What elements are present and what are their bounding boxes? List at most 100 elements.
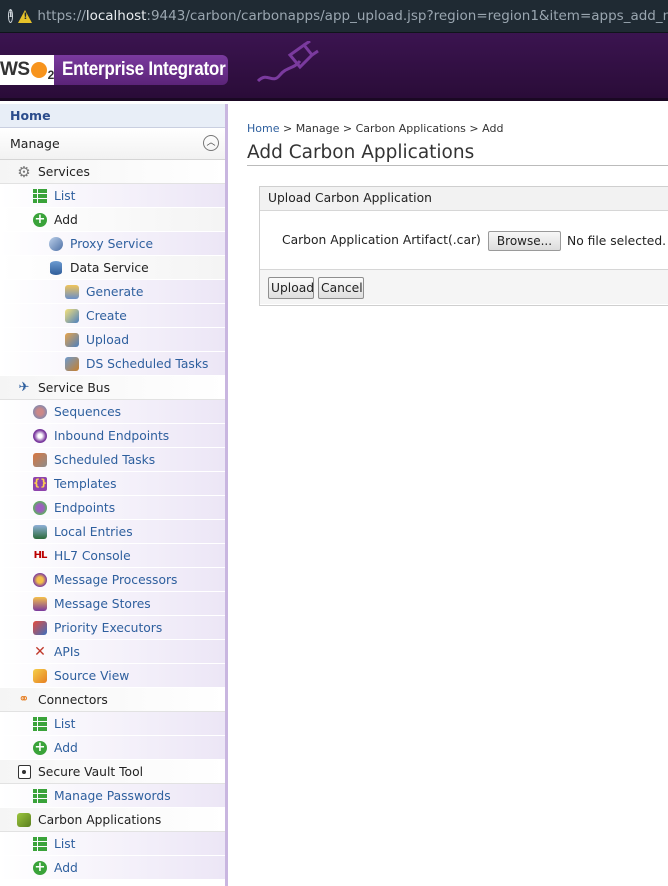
wso2-logo: WS 2 [0, 55, 54, 85]
add-icon: + [33, 211, 47, 227]
sidebar-row-label: Manage Passwords [54, 788, 171, 803]
sidebar-row-generate[interactable]: Generate [0, 280, 225, 304]
sidebar-row-label: Message Processors [54, 572, 178, 587]
browse-button[interactable]: Browse... [488, 231, 561, 251]
url-prefix: https:// [37, 8, 86, 24]
add-icon: + [33, 859, 47, 875]
list-icon [32, 188, 48, 204]
sidebar-row-templates[interactable]: {} Templates [0, 472, 225, 496]
artifact-label: Carbon Application Artifact(.car) [282, 233, 481, 247]
gear-icon: ⚙ [17, 162, 31, 181]
sidebar-row-priority-executors[interactable]: Priority Executors [0, 616, 225, 640]
service-bus-icon: ✈ [18, 380, 30, 395]
scheduled-task-icon [64, 356, 80, 372]
carbon-app-icon [16, 812, 32, 828]
sidebar: Home Manage ︿ ⚙ Services List + Add Proxy Ser… [0, 104, 228, 886]
sidebar-row-add[interactable]: + Add [0, 208, 225, 232]
sidebar-row-label: Local Entries [54, 524, 133, 539]
warning-icon[interactable] [18, 9, 33, 23]
sidebar-row-label: Source View [54, 668, 130, 683]
sidebar-row-label: Service Bus [38, 380, 110, 395]
sidebar-row-label: Generate [86, 284, 144, 299]
sidebar-row-message-processors[interactable]: Message Processors [0, 568, 225, 592]
manage-label: Manage [10, 136, 60, 151]
sidebar-row-list[interactable]: List [0, 184, 225, 208]
lock-icon [16, 764, 32, 780]
sidebar-row-service-bus[interactable]: ✈ Service Bus [0, 376, 225, 400]
collapse-icon[interactable]: ︿ [203, 135, 219, 151]
sidebar-manage-header[interactable]: Manage ︿ [0, 128, 225, 160]
endpoints-icon [32, 500, 48, 516]
sidebar-row-label: List [54, 716, 76, 731]
sidebar-row-label: APIs [54, 644, 80, 659]
sidebar-row-label: HL7 Console [54, 548, 131, 563]
product-name: Enterprise Integrator [61, 59, 226, 80]
sidebar-row-apis[interactable]: ✕ APIs [0, 640, 225, 664]
sidebar-row-carbon-applications[interactable]: Carbon Applications [0, 808, 225, 832]
apis-icon: ✕ [34, 643, 46, 660]
sidebar-row-add[interactable]: + Add [0, 736, 225, 760]
sidebar-row-label: Carbon Applications [38, 812, 162, 827]
upload-button[interactable]: Upload [268, 277, 314, 299]
sidebar-row-hl7-console[interactable]: HL HL7 Console [0, 544, 225, 568]
url-text[interactable]: https://localhost:9443/carbon/carbonapps… [37, 8, 668, 24]
selected-file-status: No file selected. [567, 234, 667, 248]
add-icon: + [33, 739, 47, 755]
sidebar-row-label: Inbound Endpoints [54, 428, 170, 443]
sidebar-row-label: Templates [54, 476, 117, 491]
source-view-icon [32, 668, 48, 684]
sidebar-row-label: Upload [86, 332, 130, 347]
url-rest: :9443/carbon/carbonapps/app_upload.jsp?r… [146, 8, 668, 24]
plug-icon [256, 41, 319, 83]
sidebar-row-list[interactable]: List [0, 832, 225, 856]
url-host: localhost [85, 8, 147, 24]
sidebar-menu: ⚙ Services List + Add Proxy Service Data Servi… [0, 160, 225, 880]
sidebar-row-add[interactable]: + Add [0, 856, 225, 880]
sidebar-row-label: DS Scheduled Tasks [86, 356, 209, 371]
sidebar-row-proxy-service[interactable]: Proxy Service [0, 232, 225, 256]
main-content: Home > Manage > Carbon Applications > Ad… [231, 104, 668, 886]
sidebar-row-inbound-endpoints[interactable]: Inbound Endpoints [0, 424, 225, 448]
sidebar-row-label: List [54, 836, 76, 851]
breadcrumb-home-link[interactable]: Home [247, 122, 279, 135]
list-icon [32, 716, 48, 732]
sidebar-row-sequences[interactable]: Sequences [0, 400, 225, 424]
sidebar-row-ds-scheduled-tasks[interactable]: DS Scheduled Tasks [0, 352, 225, 376]
sidebar-row-connectors[interactable]: ⚭ Connectors [0, 688, 225, 712]
page-title: Add Carbon Applications [247, 142, 475, 163]
sidebar-row-label: Connectors [38, 692, 108, 707]
sidebar-row-local-entries[interactable]: Local Entries [0, 520, 225, 544]
sidebar-row-data-service[interactable]: Data Service [0, 256, 225, 280]
sidebar-row-upload[interactable]: Upload [0, 328, 225, 352]
connectors-icon: ⚭ [18, 692, 30, 707]
sidebar-row-label: Endpoints [54, 500, 116, 515]
sidebar-row-label: Add [54, 740, 78, 755]
sidebar-home[interactable]: Home [0, 104, 225, 128]
sidebar-row-scheduled-tasks[interactable]: Scheduled Tasks [0, 448, 225, 472]
sidebar-row-label: Scheduled Tasks [54, 452, 156, 467]
sidebar-row-endpoints[interactable]: Endpoints [0, 496, 225, 520]
product-logo[interactable]: WS 2 Enterprise Integrator [0, 55, 228, 85]
create-icon [64, 308, 80, 324]
sidebar-row-message-stores[interactable]: Message Stores [0, 592, 225, 616]
cancel-button[interactable]: Cancel [318, 277, 364, 299]
sidebar-row-manage-passwords[interactable]: Manage Passwords [0, 784, 225, 808]
proxy-service-icon [48, 236, 64, 252]
templates-icon: {} [33, 476, 48, 491]
local-entries-icon [32, 524, 48, 540]
scheduled-tasks-icon [32, 452, 48, 468]
list-icon [32, 788, 48, 804]
sidebar-row-list[interactable]: List [0, 712, 225, 736]
sidebar-row-source-view[interactable]: Source View [0, 664, 225, 688]
sidebar-row-label: Secure Vault Tool [38, 764, 144, 779]
sidebar-row-services[interactable]: ⚙ Services [0, 160, 225, 184]
sidebar-row-secure-vault-tool[interactable]: Secure Vault Tool [0, 760, 225, 784]
priority-executors-icon [32, 620, 48, 636]
upload-panel: Upload Carbon Application Carbon Applica… [259, 186, 668, 306]
sidebar-row-create[interactable]: Create [0, 304, 225, 328]
panel-body: Carbon Application Artifact(.car) Browse… [260, 211, 668, 270]
message-stores-icon [32, 596, 48, 612]
sidebar-row-label: Services [38, 164, 90, 179]
info-icon[interactable]: i [8, 9, 14, 23]
panel-actions: Upload Cancel [260, 270, 668, 304]
